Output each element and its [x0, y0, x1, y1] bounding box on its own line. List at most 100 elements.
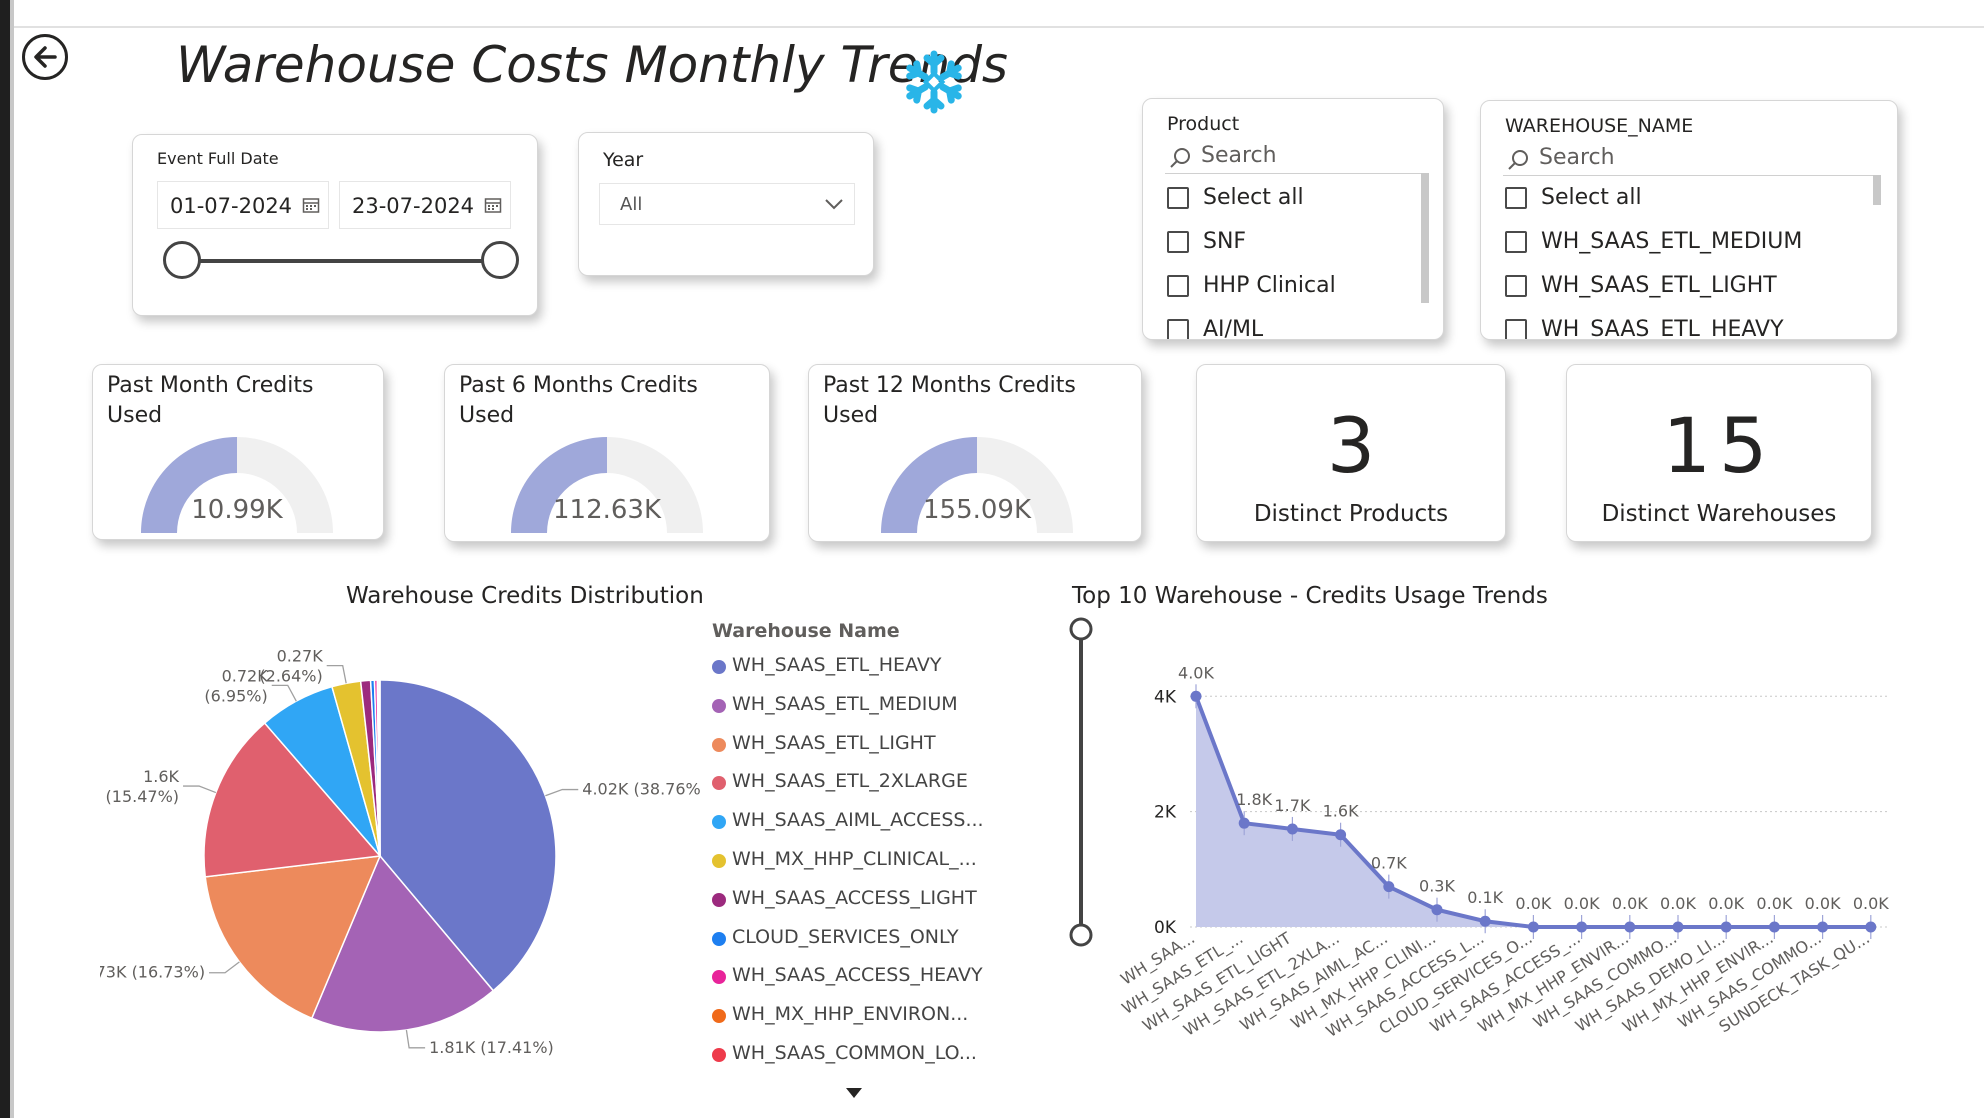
- start-date-input[interactable]: 01-07-2024: [157, 181, 329, 229]
- year-slicer-title: Year: [603, 149, 644, 171]
- point-data-label: 0.0K: [1612, 894, 1648, 913]
- checkbox[interactable]: [1505, 275, 1527, 297]
- calendar-icon[interactable]: [302, 196, 320, 214]
- area-chart-title: Top 10 Warehouse - Credits Usage Trends: [1072, 583, 1548, 609]
- option-label: SNF: [1203, 229, 1247, 254]
- data-point[interactable]: [1286, 823, 1298, 835]
- data-point[interactable]: [1335, 829, 1347, 841]
- product-slicer: Product Search Select all SNF HHP Clinic…: [1142, 98, 1444, 340]
- search-icon: [1170, 148, 1190, 168]
- data-point[interactable]: [1479, 915, 1491, 927]
- data-point[interactable]: [1527, 921, 1539, 933]
- point-data-label: 0.0K: [1660, 894, 1696, 913]
- point-data-label: 4.0K: [1178, 663, 1214, 682]
- product-scrollbar[interactable]: [1421, 173, 1429, 303]
- top-border: [0, 0, 1984, 28]
- back-arrow-icon[interactable]: [22, 34, 68, 80]
- kpi-title: Past 6 Months Credits Used: [459, 371, 698, 431]
- point-data-label: 1.7K: [1274, 796, 1310, 815]
- checkbox[interactable]: [1505, 231, 1527, 253]
- year-dropdown[interactable]: All: [599, 183, 855, 225]
- option-label: WH_SAAS_ETL_HEAVY: [1541, 317, 1784, 340]
- area-chart: 0K2K4K4.0KWH_SAA...1.8KWH_SAAS_ETL_...1.…: [1069, 617, 1890, 1042]
- pie-data-label: 1.6K (15.47%): [106, 767, 180, 806]
- product-search-input[interactable]: Search: [1165, 143, 1427, 174]
- kpi-value: 155.09K: [922, 495, 1032, 525]
- legend-marker: [712, 1048, 726, 1062]
- end-date-input[interactable]: 23-07-2024: [339, 181, 511, 229]
- kpi-value: 10.99K: [191, 495, 283, 525]
- data-point[interactable]: [1576, 921, 1588, 933]
- kpi-card-past-12-months: Past 12 Months Credits Used 155.09K: [808, 364, 1142, 542]
- data-point[interactable]: [1720, 921, 1732, 933]
- card-distinct-warehouses: 15 Distinct Warehouses: [1566, 364, 1872, 542]
- checkbox[interactable]: [1167, 231, 1189, 253]
- card-value: 3: [1326, 401, 1376, 490]
- data-point[interactable]: [1672, 921, 1684, 933]
- data-label-leader: [271, 684, 297, 702]
- pie-chart: 4.02K (38.76%) 1.81K (17.41%) 1.73K (16.73…: [100, 647, 700, 1057]
- data-point[interactable]: [1190, 690, 1202, 702]
- point-data-label: 0.3K: [1419, 877, 1455, 896]
- pie-data-label: 0.27K (2.64%): [259, 647, 323, 686]
- search-icon: [1508, 150, 1528, 170]
- start-date-value: 01-07-2024: [170, 194, 293, 218]
- calendar-icon[interactable]: [484, 196, 502, 214]
- data-point[interactable]: [1817, 921, 1829, 933]
- chevron-down-icon: [825, 199, 843, 210]
- pie-data-label: 4.02K (38.76%): [582, 780, 700, 799]
- data-label-leader: [326, 664, 347, 684]
- point-data-label: 0.0K: [1853, 894, 1889, 913]
- legend-label: WH_SAAS_ETL_LIGHT: [732, 731, 936, 754]
- kpi-value: 112.63K: [552, 495, 662, 525]
- warehouse-scrollbar[interactable]: [1873, 175, 1881, 205]
- zoom-slider-top-handle[interactable]: [1069, 617, 1093, 641]
- zoom-slider-bottom-handle[interactable]: [1069, 923, 1093, 947]
- data-point[interactable]: [1865, 921, 1877, 933]
- legend-marker: [712, 815, 726, 830]
- date-slicer-title: Event Full Date: [157, 149, 279, 168]
- legend-scroll-down-icon[interactable]: [846, 1088, 862, 1098]
- data-point[interactable]: [1431, 904, 1443, 916]
- date-slider-start-handle[interactable]: [163, 241, 201, 279]
- legend-marker: [712, 698, 726, 713]
- card-value: 15: [1662, 401, 1776, 490]
- legend-marker: [712, 737, 726, 752]
- end-date-value: 23-07-2024: [352, 194, 475, 218]
- legend-label: WH_SAAS_ACCESS_LIGHT: [732, 886, 977, 909]
- legend-marker: [712, 892, 726, 907]
- option-label: AI/ML: [1203, 317, 1264, 340]
- data-label-leader: [545, 788, 579, 797]
- date-slider-end-handle[interactable]: [481, 241, 519, 279]
- warehouse-search-input[interactable]: Search: [1503, 145, 1875, 176]
- checkbox[interactable]: [1167, 275, 1189, 297]
- warehouse-slicer-title: WAREHOUSE_NAME: [1505, 115, 1694, 137]
- kpi-title-line2: Used: [459, 403, 515, 428]
- legend-label: WH_SAAS_COMMON_LO...: [732, 1042, 977, 1064]
- legend-marker: [712, 970, 726, 985]
- legend-label: WH_SAAS_ACCESS_HEAVY: [732, 964, 983, 987]
- pie-legend-title: Warehouse Name: [712, 620, 900, 642]
- legend-label: WH_SAAS_ETL_2XLARGE: [732, 770, 968, 793]
- kpi-title-line1: Past Month Credits: [107, 373, 314, 398]
- point-data-label: 0.0K: [1805, 894, 1841, 913]
- card-distinct-products: 3 Distinct Products: [1196, 364, 1506, 542]
- kpi-title: Past 12 Months Credits Used: [823, 371, 1076, 431]
- product-slicer-title: Product: [1167, 113, 1240, 135]
- data-point[interactable]: [1768, 921, 1780, 933]
- date-slider-track[interactable]: [181, 259, 501, 263]
- data-point[interactable]: [1238, 817, 1250, 829]
- card-label: Distinct Warehouses: [1601, 501, 1837, 527]
- legend-label: WH_SAAS_ETL_MEDIUM: [732, 692, 958, 715]
- option-label: Select all: [1203, 185, 1304, 210]
- kpi-card-past-month: Past Month Credits Used 10.99K: [92, 364, 384, 540]
- data-point[interactable]: [1383, 881, 1395, 893]
- kpi-title-line2: Used: [823, 403, 879, 428]
- legend-label: WH_MX_HHP_ENVIRON...: [732, 1003, 969, 1026]
- checkbox[interactable]: [1167, 319, 1189, 339]
- data-point[interactable]: [1624, 921, 1636, 933]
- checkbox[interactable]: [1167, 187, 1189, 209]
- checkbox[interactable]: [1505, 319, 1527, 339]
- checkbox[interactable]: [1505, 187, 1527, 209]
- kpi-title-line1: Past 12 Months Credits: [823, 373, 1076, 398]
